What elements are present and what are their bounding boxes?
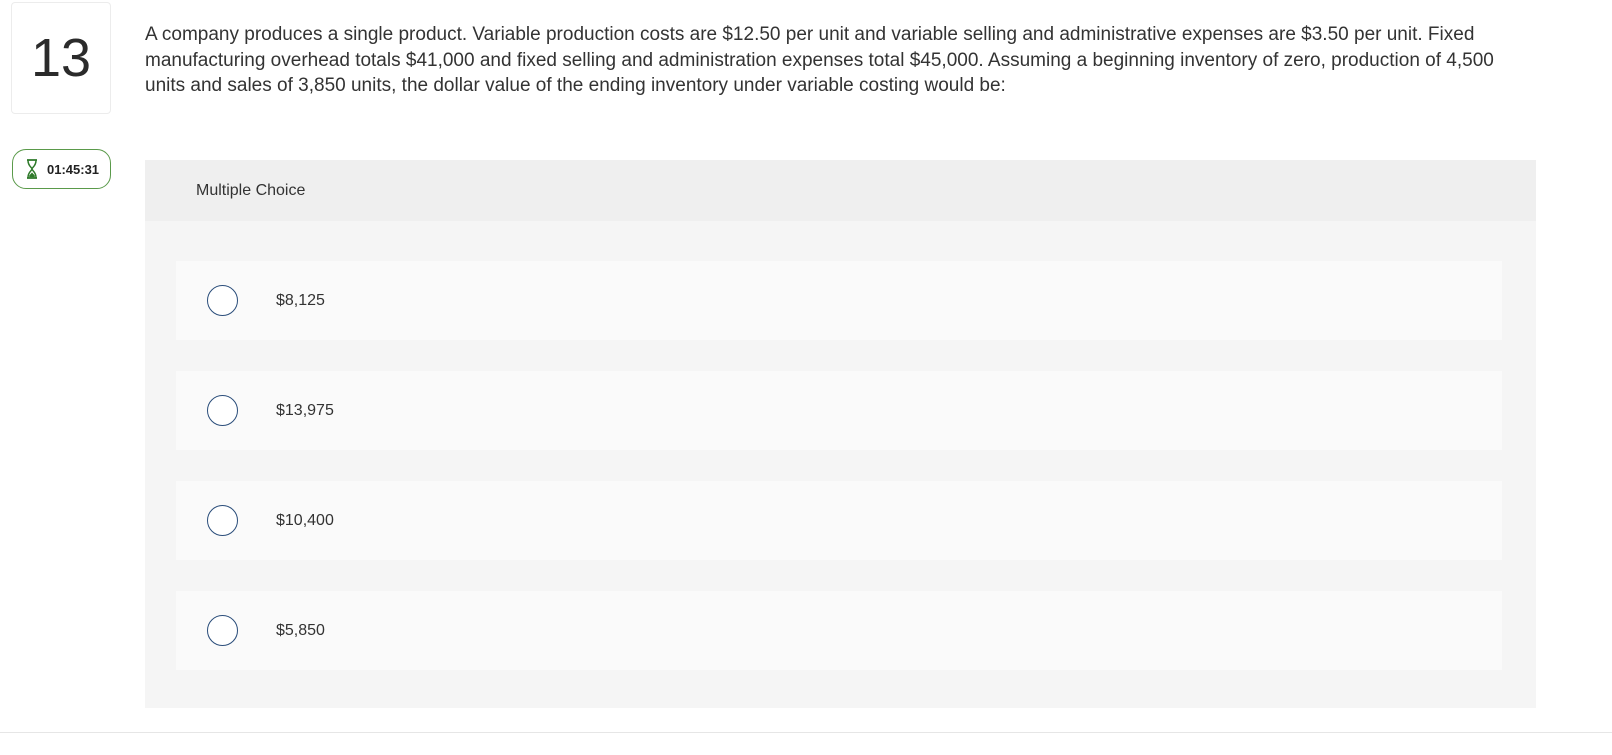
answer-option-4[interactable]: $5,850 xyxy=(176,591,1502,670)
radio-button[interactable] xyxy=(207,505,238,536)
radio-button[interactable] xyxy=(207,285,238,316)
answer-option-label: $5,850 xyxy=(276,621,325,639)
answer-option-label: $8,125 xyxy=(276,291,325,309)
radio-button[interactable] xyxy=(207,615,238,646)
answer-option-1[interactable]: $8,125 xyxy=(176,261,1502,340)
multiple-choice-header: Multiple Choice xyxy=(145,160,1536,221)
hourglass-icon xyxy=(25,159,39,179)
answer-option-3[interactable]: $10,400 xyxy=(176,481,1502,560)
radio-button[interactable] xyxy=(207,395,238,426)
multiple-choice-label: Multiple Choice xyxy=(196,181,306,199)
question-page: 13 01:45:31 A company produces a single … xyxy=(0,0,1612,755)
timer-value: 01:45:31 xyxy=(47,161,100,177)
answer-option-label: $10,400 xyxy=(276,511,334,529)
answer-option-2[interactable]: $13,975 xyxy=(176,371,1502,450)
timer-badge[interactable]: 01:45:31 xyxy=(12,149,111,189)
question-text: A company produces a single product. Var… xyxy=(145,24,1494,96)
divider xyxy=(0,732,1612,733)
question-number: 13 xyxy=(11,2,111,114)
multiple-choice-panel: Multiple Choice $8,125 $13,975 $10,400 $… xyxy=(145,160,1536,708)
answer-option-label: $13,975 xyxy=(276,401,334,419)
